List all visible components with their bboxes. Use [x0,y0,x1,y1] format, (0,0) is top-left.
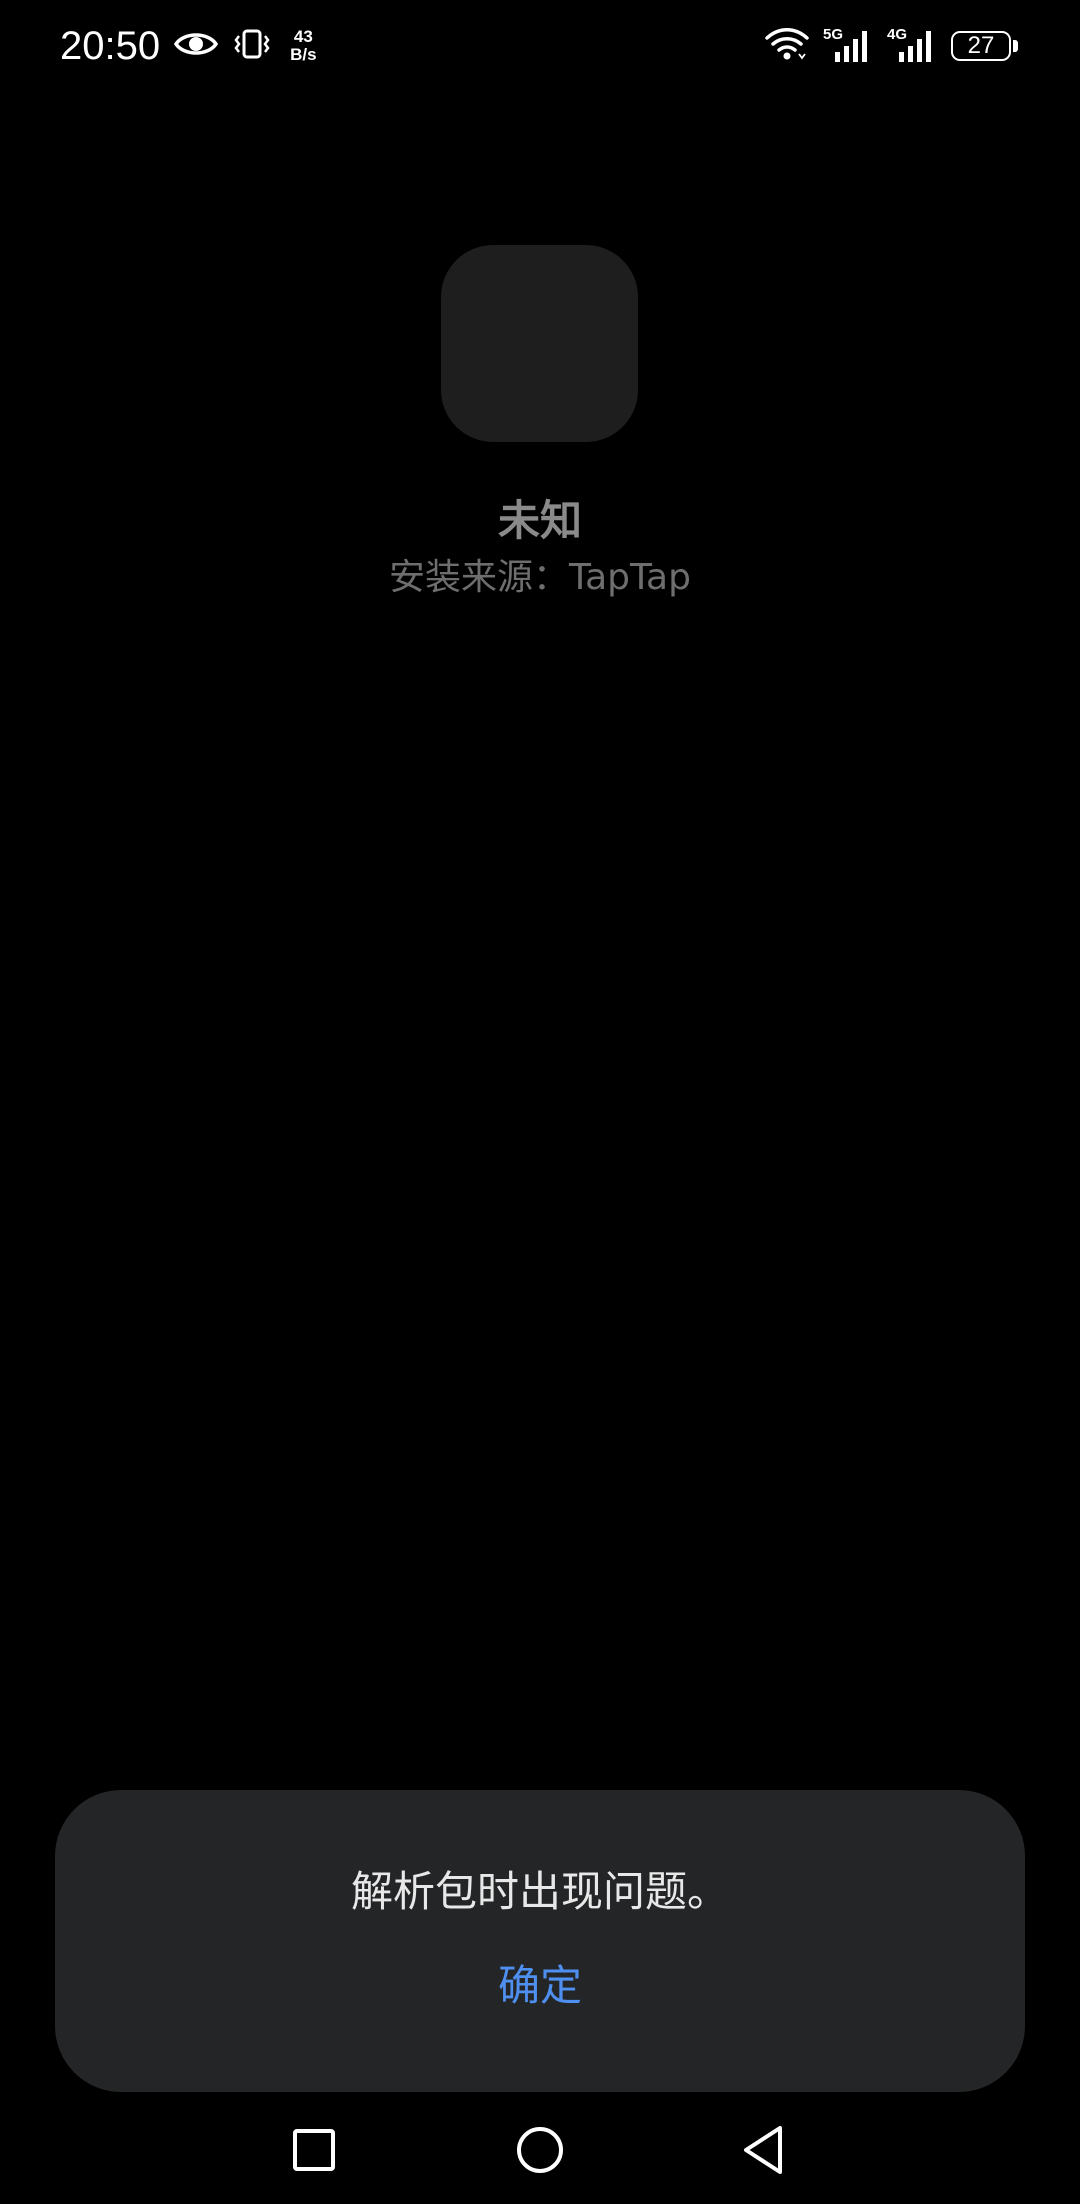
eye-icon [174,29,219,63]
app-name: 未知 [497,496,582,545]
battery-icon: 27 [951,31,1018,61]
dialog-message: 解析包时出现问题。 [350,1867,729,1916]
status-time: 20:50 [60,23,161,68]
signal-5g-icon: 5G [823,26,873,64]
battery-level: 27 [967,32,995,59]
status-right: 5G 4G 27 [765,22,1018,70]
recents-icon[interactable] [274,2110,354,2190]
screen: 20:50 43 B/s 5G 4G 27 未知 安装来源：TapTap 解析包… [0,0,1080,2204]
navigation-bar [0,2100,1080,2204]
home-icon[interactable] [500,2110,580,2190]
signal-4g-icon: 4G [887,26,937,64]
app-icon-placeholder [441,245,638,442]
net-speed-unit: B/s [290,45,317,64]
net-speed: 43 B/s [290,28,316,64]
error-dialog: 解析包时出现问题。 确定 [55,1790,1025,2092]
wifi-icon [765,27,809,65]
net-speed-value: 43 [293,27,313,46]
vibrate-icon [232,28,272,64]
install-source: 安装来源：TapTap [389,557,691,598]
confirm-button[interactable]: 确定 [440,1952,640,2018]
back-icon[interactable] [725,2110,805,2190]
signal-5g-label: 5G [823,26,844,43]
battery-body: 27 [951,31,1011,61]
status-bar: 20:50 43 B/s 5G 4G 27 [0,0,1080,90]
signal-4g-label: 4G [887,26,908,43]
battery-tip [1013,40,1018,52]
status-left: 20:50 43 B/s [60,18,317,74]
